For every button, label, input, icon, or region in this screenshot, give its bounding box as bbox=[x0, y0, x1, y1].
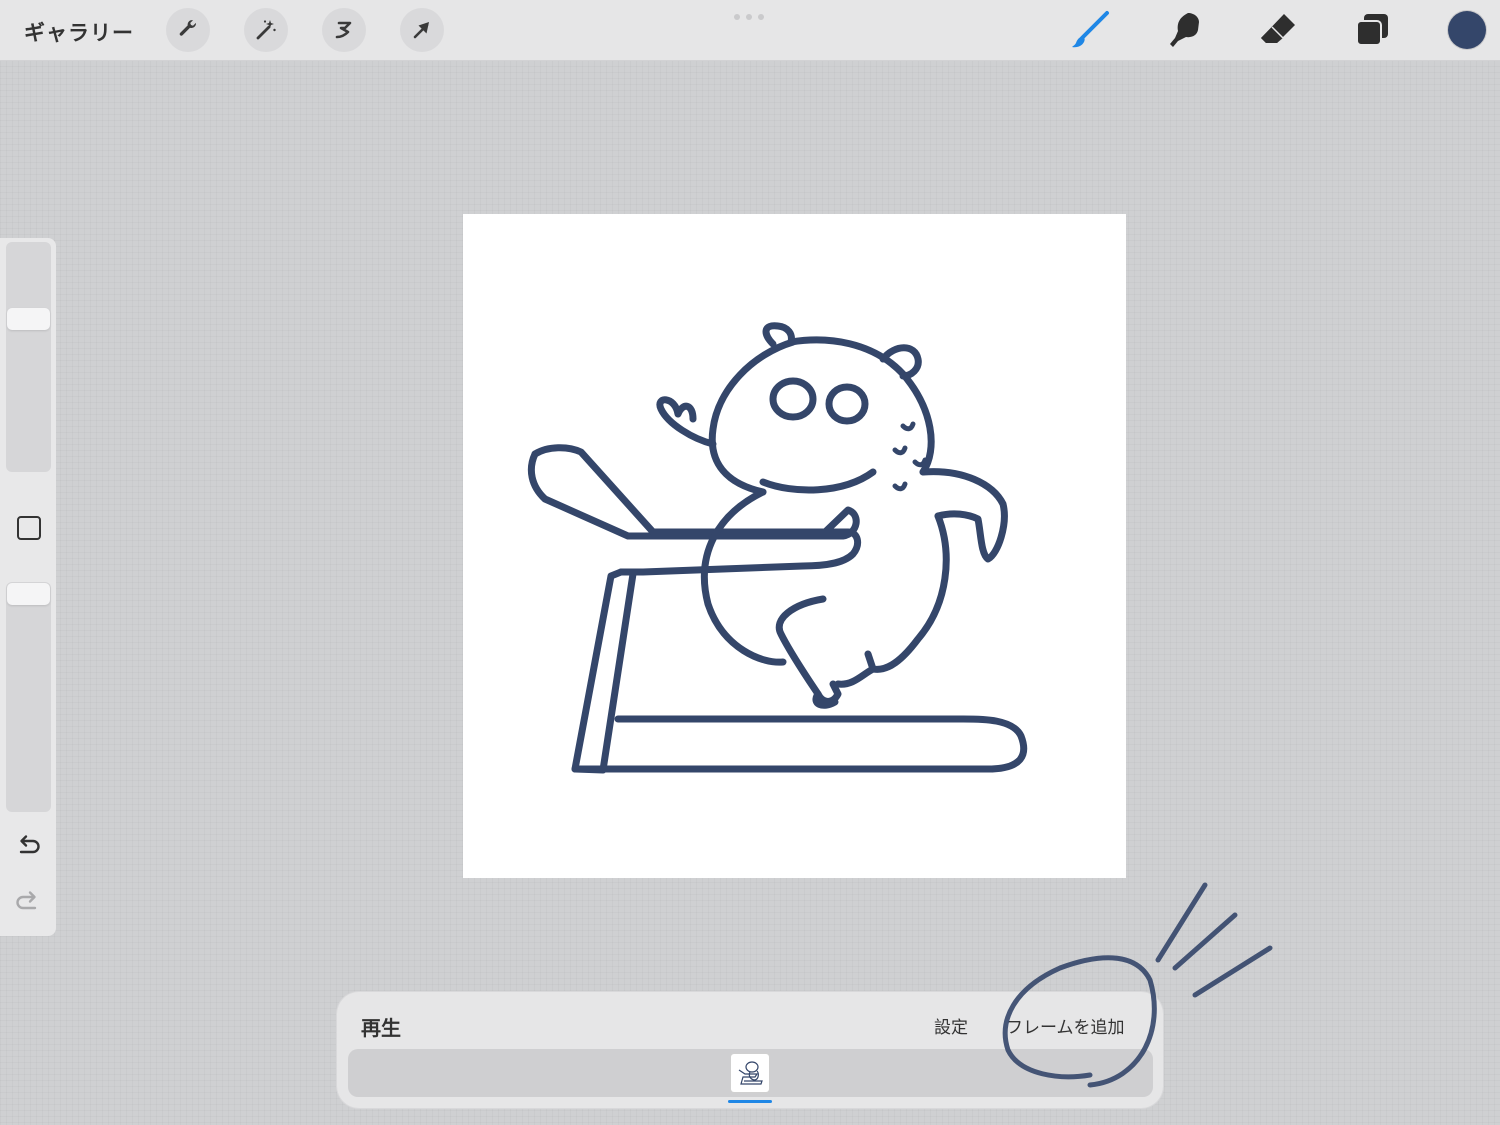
opacity-thumb[interactable] bbox=[7, 583, 50, 605]
frame-preview-image bbox=[738, 1061, 763, 1085]
smudge-tool-button[interactable] bbox=[1164, 10, 1204, 50]
actions-button[interactable] bbox=[166, 8, 210, 52]
brush-icon bbox=[1072, 11, 1109, 48]
selection-button[interactable] bbox=[322, 8, 366, 52]
layers-button[interactable] bbox=[1353, 10, 1393, 50]
brush-size-slider[interactable] bbox=[6, 242, 51, 472]
frame-timeline[interactable] bbox=[348, 1049, 1153, 1103]
left-sidebar bbox=[0, 238, 56, 936]
magic-wand-icon bbox=[256, 20, 276, 40]
undo-icon[interactable] bbox=[14, 832, 42, 860]
selected-frame-indicator bbox=[728, 1100, 772, 1103]
frame-thumbnail[interactable] bbox=[731, 1054, 769, 1092]
eraser-icon bbox=[1261, 14, 1295, 43]
brush-size-thumb[interactable] bbox=[7, 308, 50, 330]
drawing-canvas[interactable] bbox=[463, 214, 1126, 878]
transform-button[interactable] bbox=[400, 8, 444, 52]
add-frame-button[interactable]: フレームを追加 bbox=[1006, 1013, 1125, 1038]
play-button[interactable]: 再生 bbox=[361, 1012, 401, 1041]
eraser-tool-button[interactable] bbox=[1258, 10, 1298, 50]
bear-treadmill-drawing bbox=[527, 322, 1028, 774]
color-picker-button[interactable] bbox=[1448, 11, 1486, 49]
top-toolbar: ギャラリー bbox=[0, 0, 1500, 61]
modify-button[interactable] bbox=[17, 516, 41, 540]
arrow-icon bbox=[413, 22, 429, 39]
animation-assist-panel: 再生 設定 フレームを追加 bbox=[337, 992, 1163, 1108]
wrench-icon bbox=[179, 20, 196, 36]
opacity-slider[interactable] bbox=[6, 582, 51, 812]
brush-tool-button[interactable] bbox=[1070, 10, 1110, 50]
toolbar-grabber[interactable] bbox=[734, 14, 764, 20]
redo-icon[interactable] bbox=[14, 888, 42, 916]
gallery-button[interactable]: ギャラリー bbox=[24, 17, 134, 47]
smudge-finger-icon bbox=[1170, 13, 1199, 47]
layers-icon bbox=[1356, 14, 1388, 46]
adjustments-button[interactable] bbox=[244, 8, 288, 52]
settings-button[interactable]: 設定 bbox=[934, 1013, 968, 1038]
selection-s-icon bbox=[335, 21, 352, 39]
